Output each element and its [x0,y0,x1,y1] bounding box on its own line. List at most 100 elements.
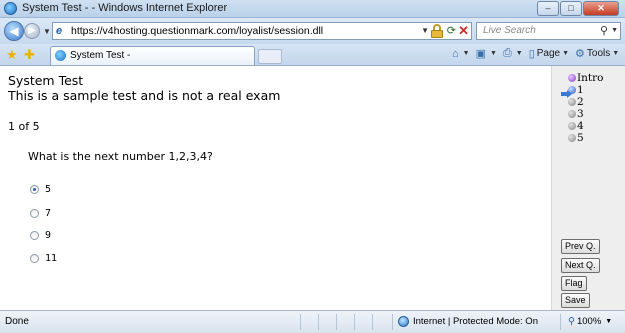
chevron-down-icon: ▼ [462,50,470,57]
command-bar: ⌂ ▼ ▣ ▼ ⎙ ▼ ▯ Page ▼ ⚙ Tools ▼ [452,47,625,60]
zoom-dropdown-icon: ▼ [605,318,613,325]
gray-bullet-icon [568,134,576,142]
gray-bullet-icon [568,122,576,130]
status-divider [300,314,301,330]
status-divider [372,314,373,330]
answer-radio[interactable] [30,209,39,218]
nav-item-label[interactable]: 3 [577,108,584,120]
zoom-icon: ⚲ [568,316,575,327]
answer-label[interactable]: 9 [45,230,51,241]
security-zone-label: Internet | Protected Mode: On [413,316,538,327]
nav-item-intro[interactable]: Intro [568,72,603,84]
window-title-bar: System Test - - Windows Internet Explore… [0,0,625,18]
gear-icon: ⚙ [575,48,585,60]
recent-pages-dropdown-icon[interactable]: ▼ [43,27,51,36]
close-button[interactable]: ✕ [583,1,619,16]
chevron-down-icon: ▼ [612,50,620,57]
home-button[interactable]: ⌂ ▼ [452,47,470,60]
minimize-button[interactable]: – [537,1,559,16]
search-input[interactable]: Live Search [483,25,536,36]
answer-radio[interactable] [30,231,39,240]
nav-item-4[interactable]: 4 [568,120,584,132]
test-subtitle: This is a sample test and is not a real … [8,88,281,103]
question-progress: 1 of 5 [8,120,40,133]
answer-label[interactable]: 5 [45,184,51,195]
nav-item-1[interactable]: 1 [561,84,584,98]
search-options-dropdown-icon[interactable]: ▼ [611,27,618,34]
flag-button[interactable]: Flag [561,276,587,291]
gray-bullet-icon [568,110,576,118]
home-icon: ⌂ [452,47,459,60]
page-icon: ▯ [528,48,535,60]
search-icon[interactable]: ⚲ [600,24,608,37]
nav-item-label[interactable]: 2 [577,96,584,108]
answer-radio[interactable] [30,254,39,263]
ie-tab-icon [55,50,66,61]
purple-bullet-icon [568,74,576,82]
test-title: System Test [8,73,84,88]
tab-label: System Test - [70,50,131,61]
security-zone[interactable]: Internet | Protected Mode: On [398,316,538,327]
nav-item-label[interactable]: 4 [577,120,584,132]
nav-item-5[interactable]: 5 [568,132,584,144]
page-menu-label: Page [536,48,561,59]
page-content: System Test This is a sample test and is… [0,66,551,310]
tab-bar: ★ ✚ System Test - ⌂ ▼ ▣ ▼ ⎙ ▼ ▯ Page ▼ ⚙ Tools… [0,44,625,66]
nav-item-label[interactable]: 1 [577,84,584,96]
favorites-star-icon[interactable]: ★ [6,47,18,63]
status-text: Done [5,316,29,327]
feeds-icon: ▣ [475,48,486,60]
answer-option-7[interactable]: 7 [30,208,51,219]
page-menu[interactable]: ▯ Page ▼ [529,47,569,60]
status-divider [392,314,393,330]
lock-icon[interactable] [431,24,443,38]
refresh-icon[interactable]: ⟳ [447,24,456,37]
search-box[interactable]: Live Search ⚲ ▼ [476,22,621,40]
navigation-bar: ◀ ▶ ▼ e https://v4hosting.questionmark.c… [0,18,625,44]
add-favorite-icon[interactable]: ✚ [24,47,35,63]
prev-question-button[interactable]: Prev Q. [561,239,600,254]
question-navigator: Intro 1 2 3 4 5 Prev Q. Next Q. Flag Sav… [551,66,625,310]
zoom-control[interactable]: ⚲ 100% ▼ [568,316,612,327]
print-button[interactable]: ⎙ ▼ [503,47,523,60]
ie-icon [4,2,17,15]
forward-button[interactable]: ▶ [24,23,40,39]
nav-item-2[interactable]: 2 [568,96,584,108]
tools-menu[interactable]: ⚙ Tools ▼ [575,47,619,60]
status-divider [560,314,561,330]
nav-item-3[interactable]: 3 [568,108,584,120]
new-tab-button[interactable] [258,49,282,64]
window-title: System Test - - Windows Internet Explore… [22,2,228,14]
gray-bullet-icon [568,98,576,106]
print-icon: ⎙ [502,47,512,59]
save-button[interactable]: Save [561,293,590,308]
chevron-down-icon: ▼ [515,50,523,57]
feeds-button[interactable]: ▣ ▼ [476,47,497,60]
nav-item-label[interactable]: Intro [577,72,603,84]
next-question-button[interactable]: Next Q. [561,258,600,273]
address-dropdown-icon[interactable]: ▼ [421,26,429,35]
nav-item-label[interactable]: 5 [577,132,584,144]
internet-globe-icon [398,316,409,327]
status-bar: Done Internet | Protected Mode: On ⚲ 100… [0,310,625,333]
status-divider [354,314,355,330]
status-divider [318,314,319,330]
answer-label[interactable]: 7 [45,208,51,219]
answer-option-9[interactable]: 9 [30,230,51,241]
chevron-down-icon: ▼ [490,50,497,57]
back-button[interactable]: ◀ [4,21,24,41]
window-controls: – □ ✕ [536,1,619,16]
address-bar[interactable]: e https://v4hosting.questionmark.com/loy… [52,22,472,40]
question-text: What is the next number 1,2,3,4? [28,150,213,163]
maximize-button[interactable]: □ [560,1,582,16]
answer-label[interactable]: 11 [45,253,57,264]
stop-icon[interactable]: ✕ [458,23,469,39]
tab-system-test[interactable]: System Test - [50,46,255,65]
page-icon: e [56,25,63,37]
answer-option-5[interactable]: 5 [30,184,51,195]
tools-menu-label: Tools [586,48,611,59]
address-url[interactable]: https://v4hosting.questionmark.com/loyal… [71,25,323,37]
answer-radio[interactable] [30,185,39,194]
chevron-down-icon: ▼ [562,50,570,57]
answer-option-11[interactable]: 11 [30,253,57,264]
